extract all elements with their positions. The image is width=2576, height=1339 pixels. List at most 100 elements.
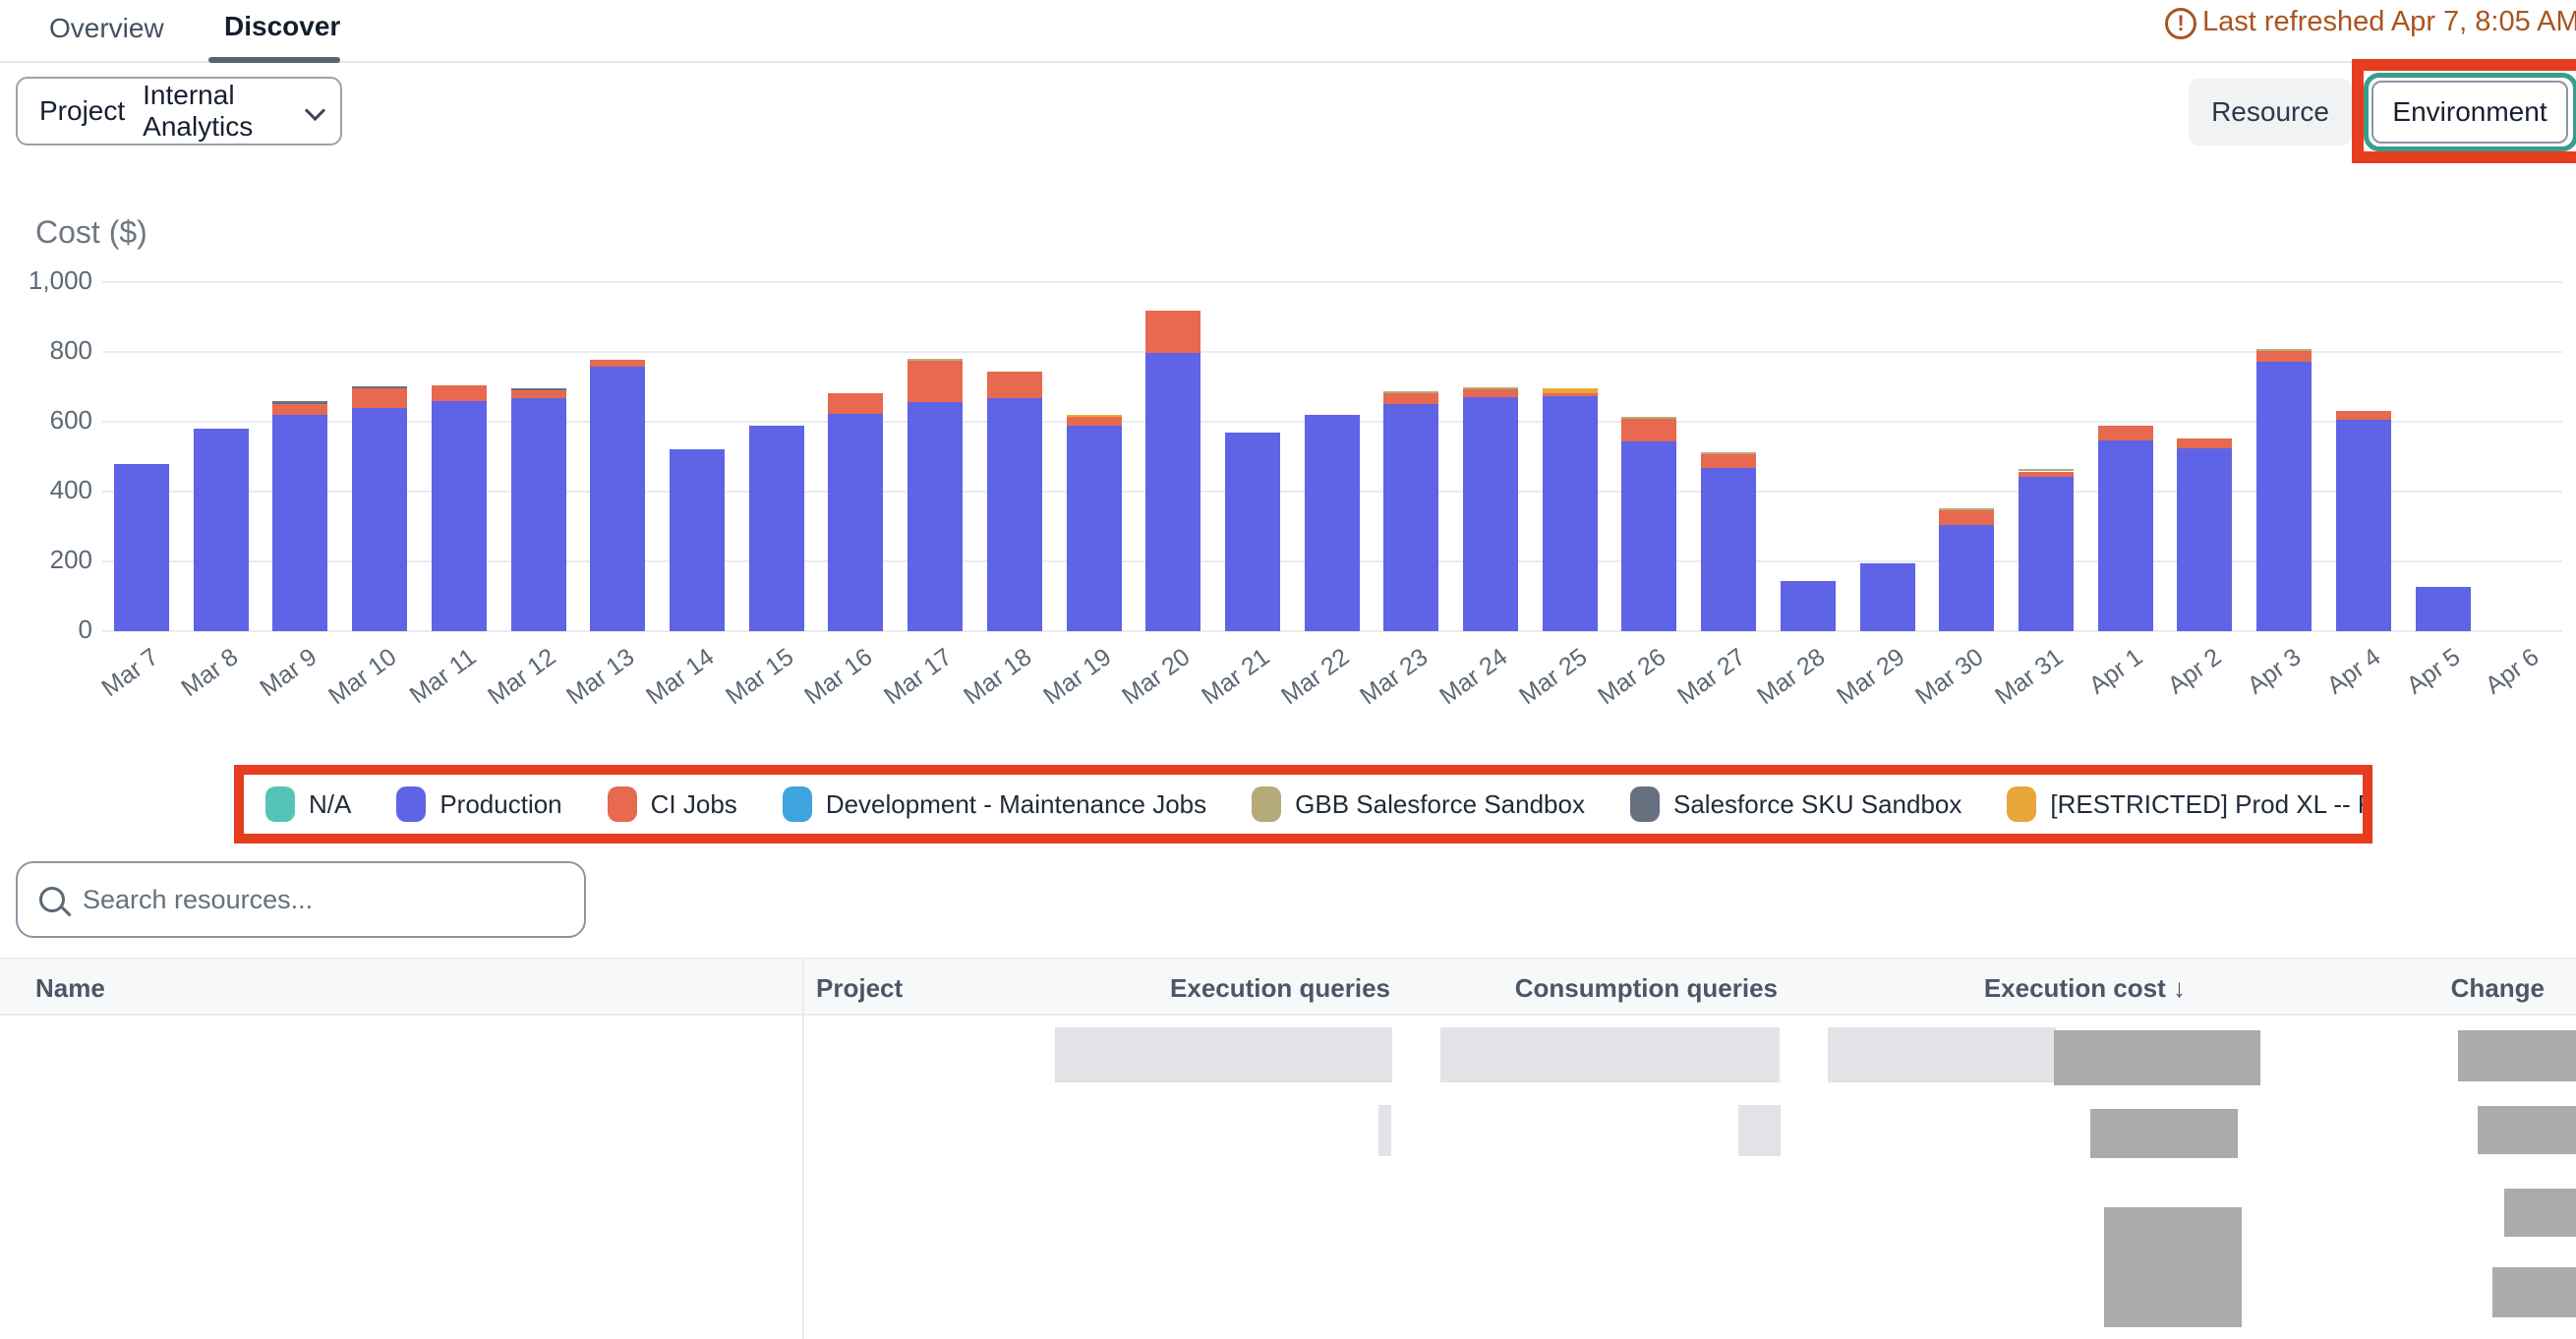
bar-segment[interactable] xyxy=(352,408,407,631)
project-filter-label: Project xyxy=(39,95,125,127)
bar-segment[interactable] xyxy=(511,398,566,631)
bar-segment[interactable] xyxy=(1305,415,1360,631)
bar-segment[interactable] xyxy=(1701,468,1756,631)
column-header-change[interactable]: Change xyxy=(2250,960,2545,1018)
bar-segment[interactable] xyxy=(2098,426,2153,440)
bar-segment[interactable] xyxy=(272,404,327,415)
bar-segment[interactable] xyxy=(987,372,1042,398)
legend-item[interactable]: N/A xyxy=(265,786,351,822)
search-input[interactable]: Search resources... xyxy=(16,861,586,938)
legend-item[interactable]: Development - Maintenance Jobs xyxy=(783,786,1206,822)
bar-segment[interactable] xyxy=(907,402,963,631)
legend-label: Salesforce SKU Sandbox xyxy=(1673,789,1961,820)
bar-segment[interactable] xyxy=(828,414,883,631)
bar-segment[interactable] xyxy=(114,464,169,631)
bar-segment[interactable] xyxy=(1463,388,1518,397)
project-filter-dropdown[interactable]: Project Internal Analytics xyxy=(16,77,342,146)
bar-segment[interactable] xyxy=(2019,472,2074,477)
bar-segment[interactable] xyxy=(1621,441,1676,631)
bar-segment[interactable] xyxy=(2336,411,2391,420)
bar-segment[interactable] xyxy=(1067,417,1122,426)
bar-segment[interactable] xyxy=(987,398,1042,631)
bar-segment[interactable] xyxy=(2019,477,2074,631)
bar-segment[interactable] xyxy=(1067,426,1122,631)
bar-segment[interactable] xyxy=(1701,454,1756,468)
bar-segment[interactable] xyxy=(670,449,725,631)
bar-segment[interactable] xyxy=(511,390,566,398)
bar-segment[interactable] xyxy=(1781,581,1836,631)
bar-segment[interactable] xyxy=(511,388,566,390)
bar-segment[interactable] xyxy=(1543,396,1598,631)
legend-item[interactable]: CI Jobs xyxy=(608,786,737,822)
bar-segment[interactable] xyxy=(352,388,407,408)
search-placeholder: Search resources... xyxy=(83,885,313,915)
chevron-down-icon xyxy=(306,101,319,121)
bar-segment[interactable] xyxy=(1225,433,1280,631)
tab-discover[interactable]: Discover xyxy=(224,10,340,43)
bar-segment[interactable] xyxy=(1543,393,1598,396)
redaction-box xyxy=(2504,1189,2576,1237)
bar-segment[interactable] xyxy=(1543,388,1598,393)
legend-label: Production xyxy=(439,789,561,820)
bar-segment[interactable] xyxy=(590,360,645,367)
column-header-name[interactable]: Name xyxy=(35,960,105,1018)
bar-segment[interactable] xyxy=(828,393,883,414)
bar-segment[interactable] xyxy=(1383,404,1438,631)
bar-segment[interactable] xyxy=(2177,438,2232,448)
bar-segment[interactable] xyxy=(907,359,963,361)
legend-swatch xyxy=(265,786,295,822)
bar-segment[interactable] xyxy=(2256,350,2312,362)
environment-toggle-button[interactable]: Environment xyxy=(2371,81,2568,144)
column-header-execution-cost[interactable]: Execution cost ↓ xyxy=(1819,960,2186,1018)
bar-segment[interactable] xyxy=(1860,563,1915,631)
bar-segment[interactable] xyxy=(1939,510,1994,525)
legend-label: Development - Maintenance Jobs xyxy=(826,789,1206,820)
bar-segment[interactable] xyxy=(1621,417,1676,419)
column-header-execution-queries[interactable]: Execution queries xyxy=(997,960,1390,1018)
legend-item[interactable]: [RESTRICTED] Prod XL -- Full-Refresh job… xyxy=(2007,786,2372,822)
bar-segment[interactable] xyxy=(272,415,327,631)
chart-legend: N/A Production CI Jobs Development - Mainte… xyxy=(265,786,2372,822)
last-refreshed-text: Last refreshed Apr 7, 8:05 AM PD xyxy=(2202,6,2576,38)
bar-segment[interactable] xyxy=(590,367,645,631)
bar-segment[interactable] xyxy=(2256,362,2312,631)
bar-segment[interactable] xyxy=(2177,448,2232,631)
bar-segment[interactable] xyxy=(1463,397,1518,631)
bar-segment[interactable] xyxy=(749,426,804,631)
bar-segment[interactable] xyxy=(352,386,407,388)
bar-segment[interactable] xyxy=(1701,452,1756,454)
column-header-consumption-queries[interactable]: Consumption queries xyxy=(1396,960,1778,1018)
sort-desc-icon: ↓ xyxy=(2173,973,2186,1003)
bar-segment[interactable] xyxy=(2019,469,2074,471)
project-filter-value: Internal Analytics xyxy=(143,80,280,143)
legend-item[interactable]: Salesforce SKU Sandbox xyxy=(1630,786,1961,822)
bar-segment[interactable] xyxy=(432,385,487,401)
tabbar-divider xyxy=(0,61,2576,63)
bar-segment[interactable] xyxy=(1067,415,1122,417)
bar-segment[interactable] xyxy=(2098,440,2153,631)
legend-item[interactable]: Production xyxy=(396,786,561,822)
resource-toggle-button[interactable]: Resource xyxy=(2189,79,2352,146)
bar-segment[interactable] xyxy=(2256,349,2312,351)
legend-swatch xyxy=(2007,786,2036,822)
bar-segment[interactable] xyxy=(272,401,327,404)
bar-segment[interactable] xyxy=(1383,391,1438,393)
bar-segment[interactable] xyxy=(1939,525,1994,631)
legend-item[interactable]: GBB Salesforce Sandbox xyxy=(1252,786,1585,822)
column-header-project[interactable]: Project xyxy=(816,960,903,1018)
bar-segment[interactable] xyxy=(1939,508,1994,510)
legend-swatch xyxy=(1630,786,1660,822)
bar-segment[interactable] xyxy=(1145,311,1200,353)
tab-overview[interactable]: Overview xyxy=(49,12,164,45)
bar-segment[interactable] xyxy=(1621,419,1676,441)
bar-segment[interactable] xyxy=(2336,420,2391,631)
search-icon xyxy=(39,887,65,912)
bar-segment[interactable] xyxy=(1145,353,1200,631)
bar-segment[interactable] xyxy=(194,429,249,631)
bar-segment[interactable] xyxy=(432,401,487,631)
bar-segment[interactable] xyxy=(1463,387,1518,389)
bar-segment[interactable] xyxy=(2416,587,2471,631)
bar-segment[interactable] xyxy=(907,360,963,402)
y-tick-label: 600 xyxy=(0,405,92,436)
bar-segment[interactable] xyxy=(1383,393,1438,404)
